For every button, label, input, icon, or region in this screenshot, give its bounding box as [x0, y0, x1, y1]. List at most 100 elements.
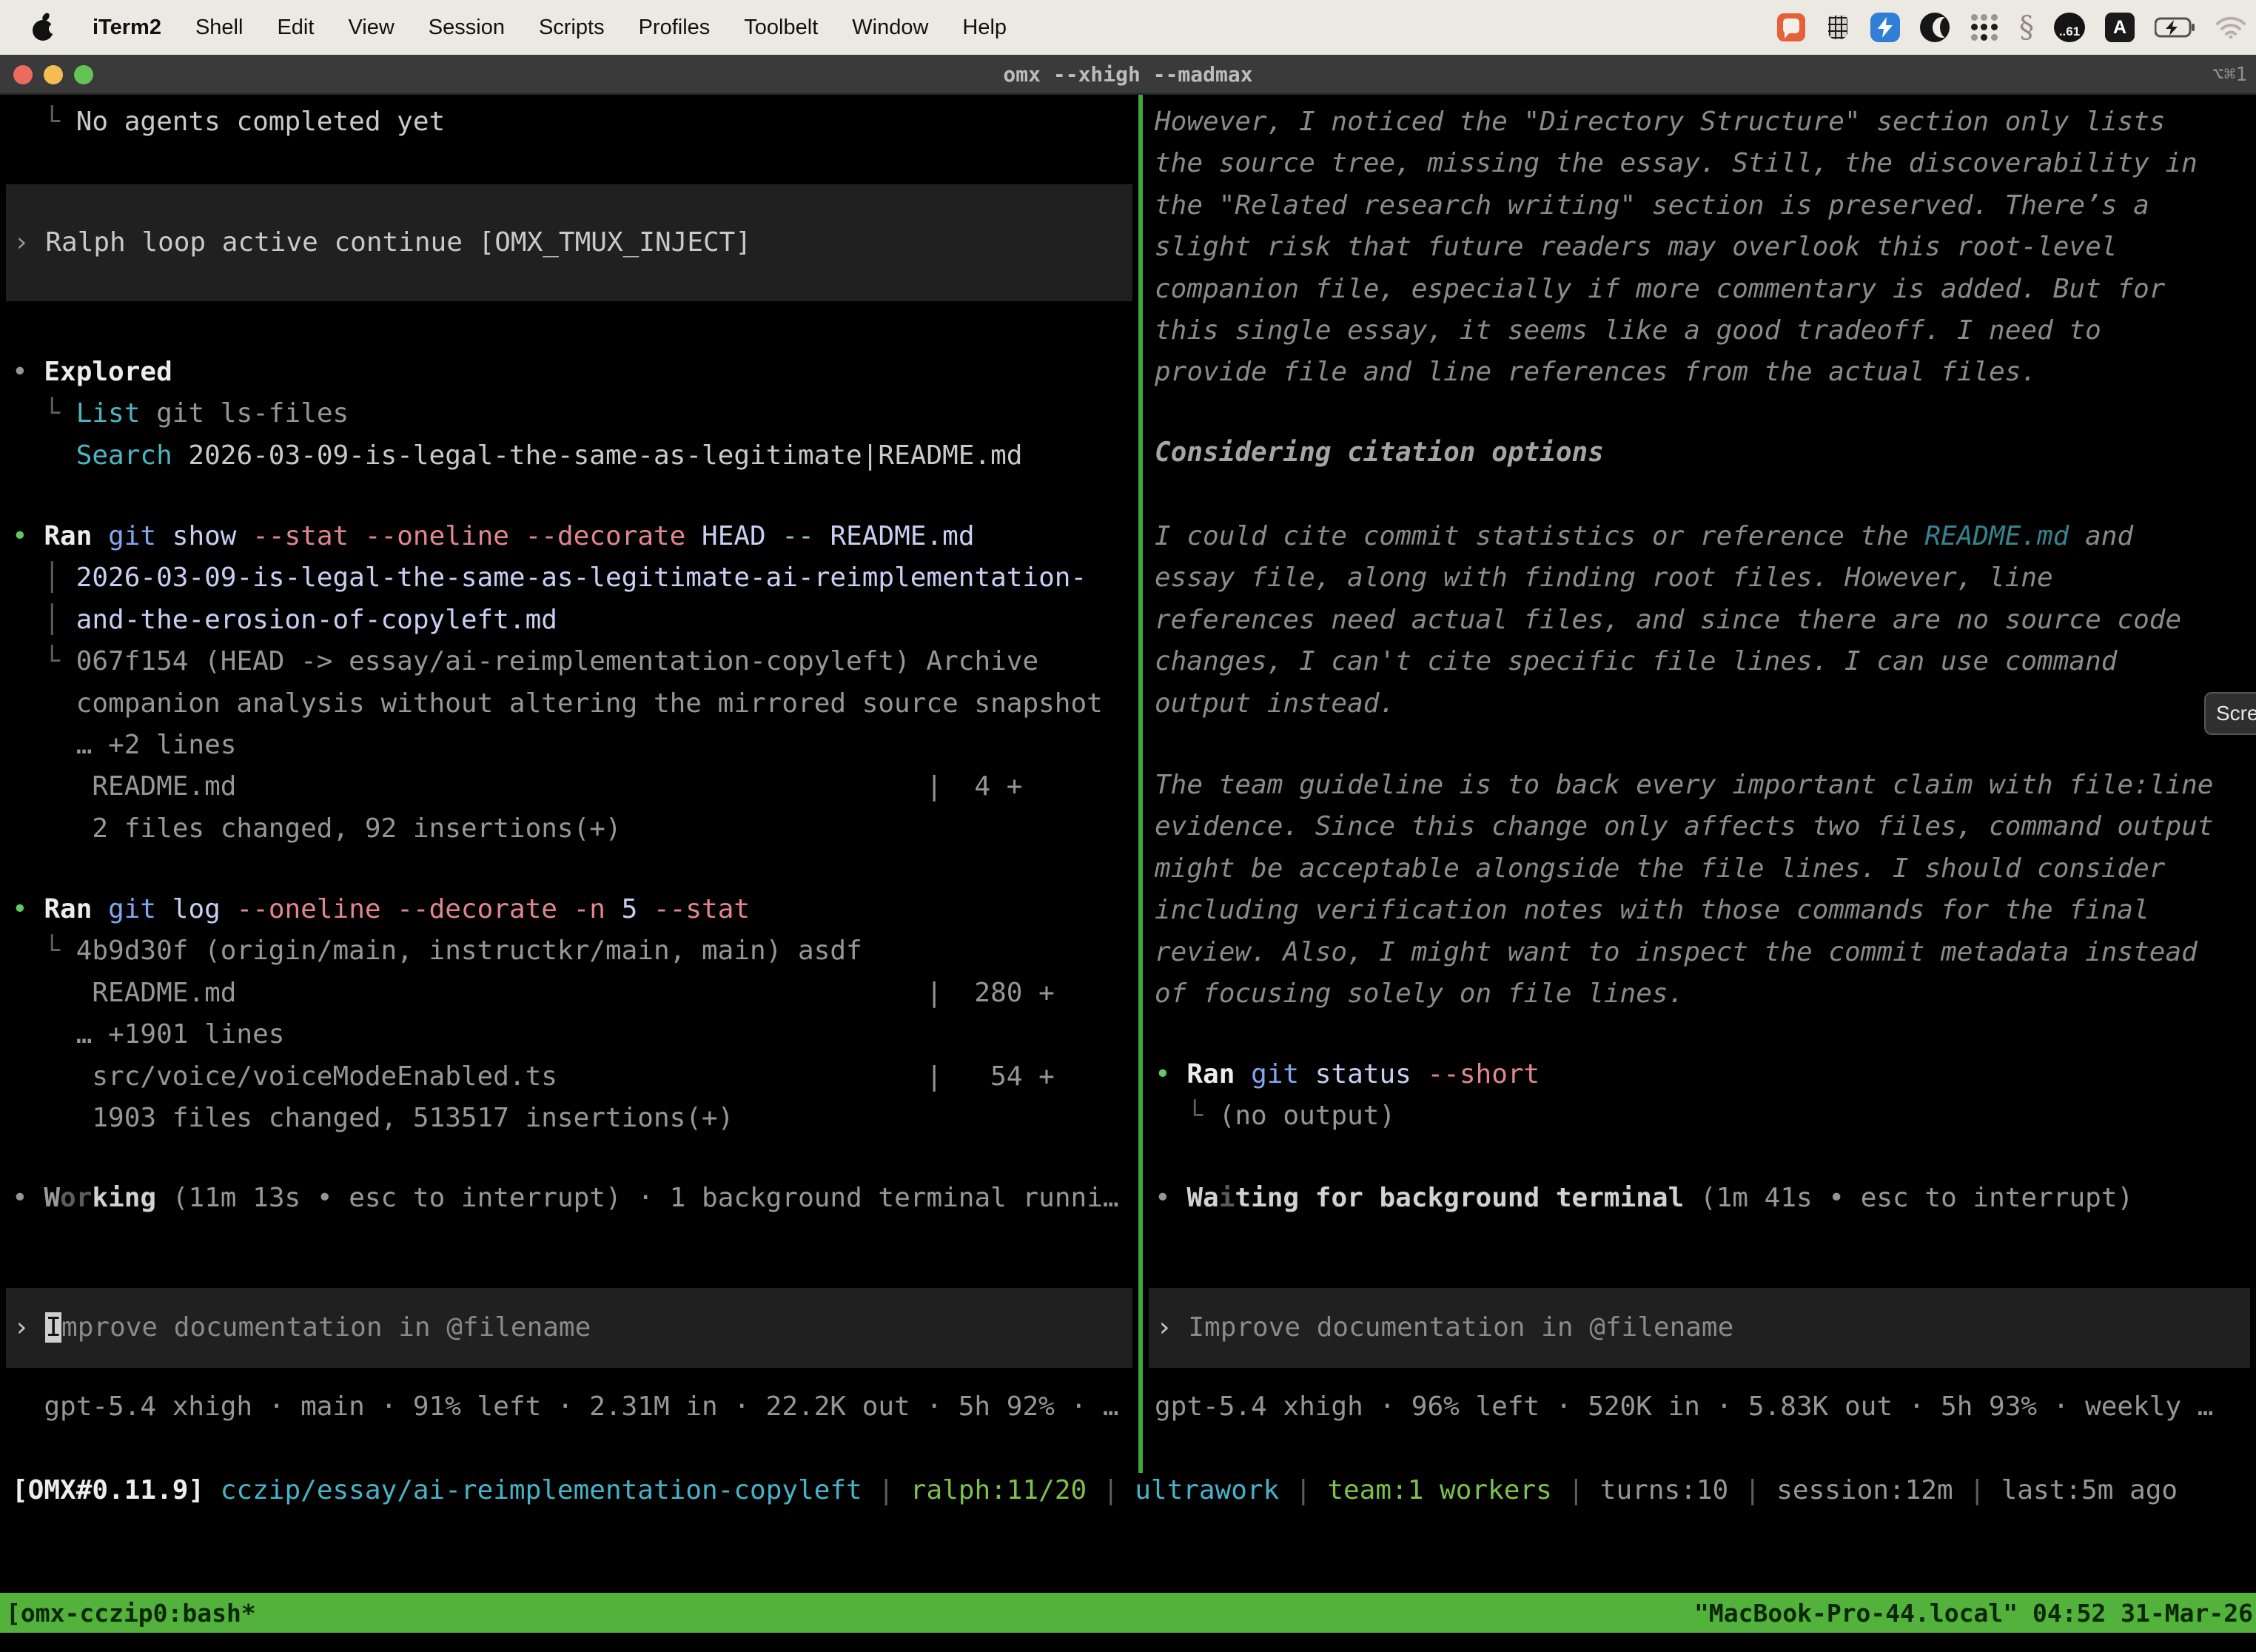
text-segment: git: [1251, 1059, 1299, 1089]
terminal-line: of focusing solely on file lines.: [1155, 973, 2256, 1015]
terminal-line: 1903 files changed, 513517 insertions(+): [12, 1098, 1138, 1139]
terminal-line: └ (no output): [1155, 1095, 2256, 1137]
working-status-line: • Working (11m 13s • esc to interrupt) ·…: [12, 1178, 1138, 1219]
text-segment: However, I noticed the "Directory Struct…: [1155, 107, 2165, 137]
text-segment: Explored: [44, 357, 172, 387]
text-segment: |: [1279, 1475, 1327, 1505]
terminal-line: Considering citation options: [1155, 432, 2256, 474]
menu-item[interactable]: Toolbelt: [727, 16, 835, 40]
crescent-icon[interactable]: [1920, 13, 1950, 42]
password-manager-icon[interactable]: [1825, 13, 1850, 42]
text-segment: Search: [76, 440, 172, 471]
text-segment: evidence. Since this change only affects…: [1155, 811, 2213, 842]
terminal-line: • Explored: [12, 352, 1138, 393]
menu-item[interactable]: iTerm2: [75, 16, 178, 40]
text-segment: --stat: [654, 894, 750, 924]
text-segment: git: [108, 894, 156, 924]
apple-logo-icon[interactable]: [31, 13, 56, 42]
terminal-line: Search 2026-03-09-is-legal-the-same-as-l…: [12, 435, 1138, 477]
menu-item[interactable]: Session: [412, 16, 522, 40]
text-segment: └: [12, 398, 76, 429]
prompt-input-right[interactable]: › Improve documentation in @filename: [1149, 1288, 2250, 1368]
text-segment: List: [76, 398, 141, 429]
text-segment: companion file, especially if more comme…: [1155, 274, 2165, 304]
blue-bolt-badge-icon[interactable]: [1870, 13, 1900, 42]
text-segment: •: [1155, 1183, 1186, 1213]
text-segment: --stat --oneline --decorate: [252, 521, 685, 551]
menu-item[interactable]: Window: [835, 16, 945, 40]
text-segment: └: [12, 936, 76, 966]
text-segment: session:12m: [1776, 1475, 1953, 1505]
tmux-session-label[interactable]: [omx-cczip0:bash*: [0, 1599, 256, 1628]
text-segment: README.md: [1924, 521, 2069, 551]
text-segment: README.md | 280 +: [12, 978, 1055, 1008]
text-segment: 2026-03-09-is-legal-the-same-as-legitima…: [76, 563, 1087, 593]
text-segment: ›: [1156, 1312, 1188, 1343]
menu-items: iTerm2ShellEditViewSessionScriptsProfile…: [75, 16, 1024, 40]
tmux-host-clock: "MacBook-Pro-44.local" 04:52 31-Mar-26: [1694, 1599, 2256, 1628]
menu-item[interactable]: View: [331, 16, 411, 40]
terminal: └ No agents completed yet › Ralph loop a…: [0, 95, 2256, 1652]
text-segment: •: [12, 894, 44, 924]
text-segment: [92, 521, 108, 551]
menu-item[interactable]: Shell: [178, 16, 261, 40]
text-segment: I could cite commit statistics or refere…: [1155, 521, 1924, 551]
text-segment: the "Related research writing" section i…: [1155, 190, 2149, 221]
text-segment: or: [60, 1183, 92, 1213]
terminal-line: the "Related research writing" section i…: [1155, 185, 2256, 226]
text-segment: show: [156, 521, 252, 551]
text-segment: •: [12, 521, 44, 551]
text-segment: [92, 894, 108, 924]
thinking-paragraph-3: The team guideline is to back every impo…: [1155, 765, 2256, 1015]
thinking-paragraph-1: However, I noticed the "Directory Struct…: [1155, 101, 2256, 394]
text-segment: [OMX#0.11.9]: [12, 1475, 204, 1505]
terminal-line: • Working (11m 13s • esc to interrupt) ·…: [12, 1178, 1138, 1219]
menu-item[interactable]: Help: [945, 16, 1024, 40]
text-segment: Ran: [1186, 1059, 1235, 1089]
text-segment: output instead.: [1155, 688, 1395, 719]
wifi-icon[interactable]: [2216, 16, 2246, 38]
squiggle-icon[interactable]: §: [2019, 13, 2034, 42]
right-pane: However, I noticed the "Directory Struct…: [1143, 95, 2256, 1471]
text-segment: 4b9d30f (origin/main, instructkr/main, m…: [76, 936, 862, 966]
menu-item[interactable]: Scripts: [522, 16, 622, 40]
terminal-line: changes, I can't cite specific file line…: [1155, 641, 2256, 682]
menu-item[interactable]: Profiles: [622, 16, 728, 40]
terminal-line: companion file, especially if more comme…: [1155, 269, 2256, 310]
text-segment: 2 files changed, 92 insertions(+): [12, 813, 622, 844]
terminal-line: gpt-5.4 xhigh · 96% left · 520K in · 5.8…: [1155, 1386, 2256, 1428]
text-segment: |: [1087, 1475, 1135, 1505]
text-segment: └: [12, 107, 76, 137]
text-segment: src/voice/voiceModeEnabled.ts | 54 +: [12, 1061, 1055, 1092]
text-segment: i: [1219, 1183, 1235, 1213]
menu-bar: iTerm2ShellEditViewSessionScriptsProfile…: [0, 0, 2256, 55]
text-segment: including verification notes with those …: [1155, 895, 2149, 925]
text-segment: ting for background terminal: [1235, 1183, 1684, 1213]
battery-percent-badge-icon[interactable]: ..61: [2054, 13, 2085, 42]
text-segment: HEAD: [685, 521, 782, 551]
text-segment: provide file and line references from th…: [1155, 357, 2037, 387]
input-source-icon[interactable]: A: [2105, 13, 2135, 42]
window-title: omx --xhigh --madmax: [0, 55, 2256, 95]
text-segment: changes, I can't cite specific file line…: [1155, 646, 2117, 676]
battery-icon[interactable]: [2155, 17, 2196, 38]
text-segment: └: [1155, 1101, 1219, 1131]
terminal-line: src/voice/voiceModeEnabled.ts | 54 +: [12, 1056, 1138, 1098]
screen-share-button[interactable]: Scre: [2204, 692, 2256, 735]
menu-item[interactable]: Edit: [260, 16, 331, 40]
text-segment: git ls-files: [140, 398, 349, 429]
terminal-line: … +2 lines: [12, 725, 1138, 766]
screen-recording-indicator-icon[interactable]: [1777, 13, 1805, 41]
text-segment: |: [1953, 1475, 2001, 1505]
terminal-line: I could cite commit statistics or refere…: [1155, 516, 2256, 557]
text-segment: (no output): [1219, 1101, 1395, 1131]
text-segment: ultrawork: [1135, 1475, 1279, 1505]
text-segment: |: [1552, 1475, 1600, 1505]
dots-grid-icon[interactable]: [1970, 13, 1999, 42]
prompt-input-left[interactable]: › Improve documentation in @filename: [6, 1288, 1132, 1368]
text-segment: (1m 41s • esc to interrupt): [1684, 1183, 2133, 1213]
text-segment: └: [12, 646, 76, 676]
terminal-line: • Ran git log --oneline --decorate -n 5 …: [12, 889, 1138, 930]
text-segment: Improve documentation in @filename: [1188, 1312, 1733, 1343]
text-segment: ›: [13, 227, 45, 258]
